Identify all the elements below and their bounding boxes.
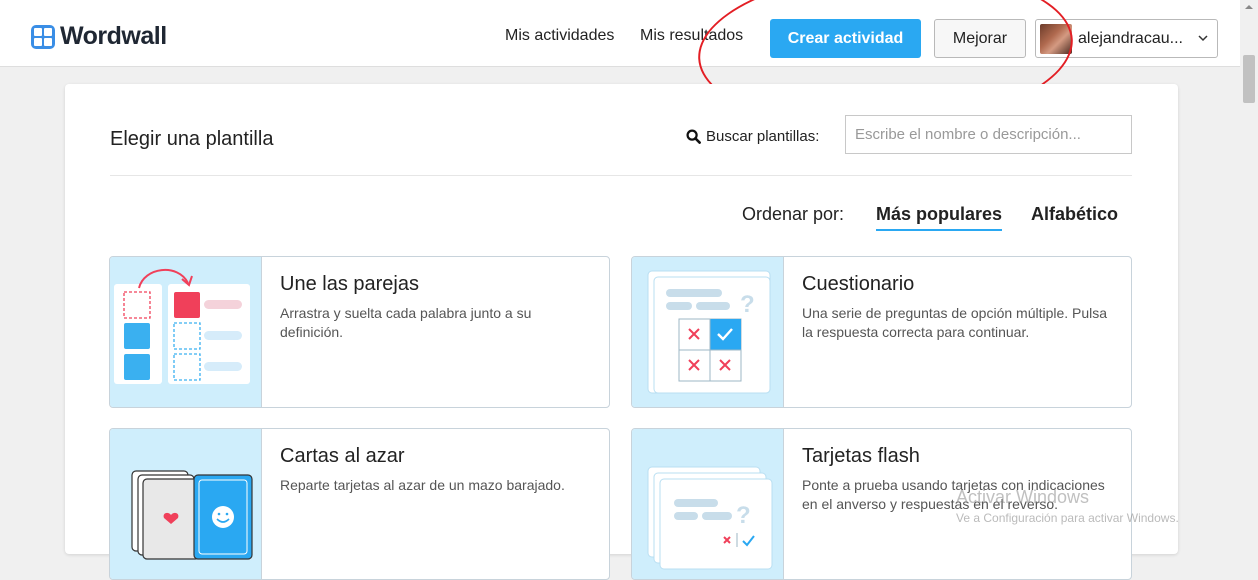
match-pairs-icon: [114, 268, 250, 384]
card-title: Une las parejas: [280, 273, 419, 295]
card-title: Tarjetas flash: [802, 445, 920, 467]
quiz-icon: ?: [647, 270, 771, 394]
user-name: alejandracau...: [1078, 29, 1183, 47]
card-thumbnail: ?: [632, 429, 784, 579]
search-label: Buscar plantillas:: [686, 128, 819, 145]
template-chooser-panel: Elegir una plantilla Buscar plantillas: …: [65, 84, 1178, 580]
create-activity-button[interactable]: Crear actividad: [770, 19, 921, 58]
sort-most-popular[interactable]: Más populares: [876, 204, 1003, 231]
avatar: [1040, 23, 1072, 54]
search-input[interactable]: [845, 115, 1132, 154]
sort-label: Ordenar por:: [742, 204, 845, 224]
card-description: Reparte tarjetas al azar de un mazo bara…: [280, 477, 565, 493]
logo[interactable]: Wordwall: [31, 22, 167, 51]
page-title: Elegir una plantilla: [110, 128, 274, 150]
svg-text:?: ?: [736, 502, 751, 529]
scrollbar-thumb[interactable]: [1243, 55, 1255, 103]
chevron-down-icon: [1198, 35, 1208, 42]
search-icon: [686, 129, 701, 144]
sort-alphabetical[interactable]: Alfabético: [1031, 204, 1118, 225]
card-title: Cartas al azar: [280, 445, 405, 467]
card-description: Una serie de preguntas de opción múltipl…: [802, 305, 1108, 340]
card-thumbnail: ?: [632, 257, 784, 407]
template-card-quiz[interactable]: ? Cuestionario Una serie de preguntas de…: [631, 256, 1132, 408]
windows-activation-watermark: Activar Windows: [956, 487, 1090, 507]
card-thumbnail: [110, 429, 262, 579]
windows-activation-subtitle: Ve a Configuración para activar Windows.: [956, 511, 1179, 525]
card-title: Cuestionario: [802, 273, 915, 295]
wordwall-logo-icon: [31, 24, 55, 49]
upgrade-button[interactable]: Mejorar: [934, 19, 1026, 58]
svg-text:?: ?: [740, 291, 755, 318]
random-cards-icon: [131, 470, 253, 560]
user-menu[interactable]: alejandracau...: [1035, 19, 1218, 58]
nav-my-results[interactable]: Mis resultados: [640, 27, 743, 45]
search-label-text: Buscar plantillas:: [706, 128, 820, 145]
template-card-random-cards[interactable]: Cartas al azar Reparte tarjetas al azar …: [109, 428, 610, 580]
top-navigation-bar: Wordwall Mis actividades Mis resultados …: [0, 0, 1258, 67]
logo-text: Wordwall: [60, 22, 167, 50]
template-card-match-up[interactable]: Une las parejas Arrastra y suelta cada p…: [109, 256, 610, 408]
card-thumbnail: [110, 257, 262, 407]
nav-my-activities[interactable]: Mis actividades: [505, 27, 614, 45]
card-description: Arrastra y suelta cada palabra junto a s…: [280, 305, 532, 340]
scroll-up-arrow-icon[interactable]: [1244, 3, 1254, 11]
divider: [110, 175, 1132, 176]
flash-cards-icon: ?: [647, 466, 773, 570]
